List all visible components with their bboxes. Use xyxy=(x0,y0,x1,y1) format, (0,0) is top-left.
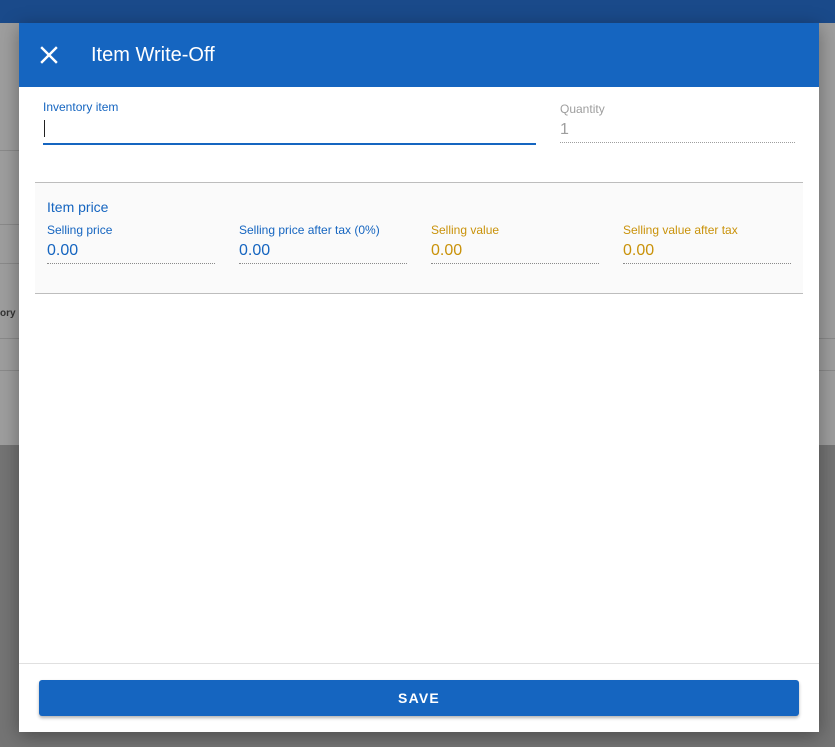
close-icon xyxy=(40,46,58,64)
selling-value-label: Selling value xyxy=(431,223,500,237)
background-divider xyxy=(0,224,19,225)
dialog-header: Item Write-Off xyxy=(19,23,819,87)
selling-price-value: 0.00 xyxy=(47,242,79,259)
field-underline xyxy=(623,263,791,264)
background-divider xyxy=(0,338,19,339)
quantity-label: Quantity xyxy=(560,102,605,116)
background-divider xyxy=(0,263,19,264)
background-divider xyxy=(0,150,19,151)
inventory-item-input[interactable] xyxy=(43,117,536,145)
inventory-item-label: Inventory item xyxy=(43,100,119,114)
dialog-title: Item Write-Off xyxy=(91,44,215,66)
selling-value-after-tax-label: Selling value after tax xyxy=(623,223,738,237)
field-underline xyxy=(239,263,407,264)
selling-price-label: Selling price xyxy=(47,223,113,237)
quantity-underline xyxy=(560,142,795,143)
quantity-field[interactable]: 1 xyxy=(560,121,569,139)
background-divider xyxy=(0,370,19,371)
background-app-bar xyxy=(0,0,835,23)
save-button[interactable]: SAVE xyxy=(39,680,799,716)
field-underline xyxy=(47,263,215,264)
background-divider xyxy=(819,370,835,371)
selling-price-after-tax-label: Selling price after tax (0%) xyxy=(239,223,380,237)
background-divider xyxy=(819,338,835,339)
item-write-off-dialog: Item Write-Off Inventory item Quantity 1… xyxy=(19,23,819,732)
selling-price-after-tax-value: 0.00 xyxy=(239,242,271,259)
selling-value-field[interactable]: Selling value 0.00 xyxy=(431,223,599,264)
item-price-title: Item price xyxy=(47,199,109,215)
field-underline xyxy=(431,263,599,264)
footer-divider xyxy=(19,663,819,664)
selling-value-value: 0.00 xyxy=(431,242,463,259)
selling-value-after-tax-value: 0.00 xyxy=(623,242,655,259)
close-button[interactable] xyxy=(33,39,65,71)
item-price-section: Item price Selling price 0.00 Selling pr… xyxy=(35,182,803,294)
selling-value-after-tax-field[interactable]: Selling value after tax 0.00 xyxy=(623,223,791,264)
selling-price-after-tax-field[interactable]: Selling price after tax (0%) 0.00 xyxy=(239,223,407,264)
text-caret xyxy=(44,120,45,137)
selling-price-field[interactable]: Selling price 0.00 xyxy=(47,223,215,264)
